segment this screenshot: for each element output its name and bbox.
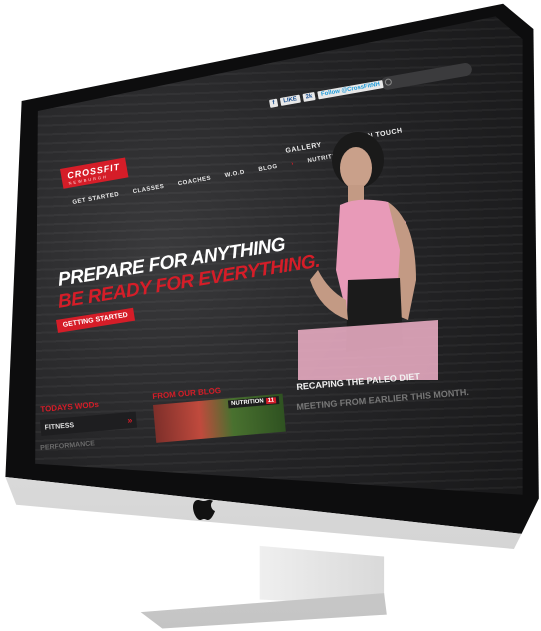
wods-heading: TODAYS WODs xyxy=(40,399,100,414)
wod-item-label: FITNESS xyxy=(44,421,75,432)
nav-coaches[interactable]: COACHES xyxy=(178,176,212,188)
wod-item-performance[interactable]: PERFORMANCE xyxy=(40,440,95,452)
like-button[interactable]: LIKE xyxy=(279,94,301,106)
blog-tag-count: 11 xyxy=(265,397,277,405)
blog-category-tag[interactable]: NUTRITION 11 xyxy=(227,396,280,409)
search-icon xyxy=(384,78,393,87)
nav-get-started[interactable]: GET STARTED xyxy=(72,192,120,206)
wod-item-fitness[interactable]: FITNESS » xyxy=(40,411,138,436)
imac-computer: f LIKE 2k Follow @CrossFitNH GALLERY GET… xyxy=(0,0,541,631)
blog-tag-label: NUTRITION xyxy=(230,398,265,408)
like-count: 2k xyxy=(302,91,317,103)
blog-post-subtitle: MEETING FROM EARLIER THIS MONTH. xyxy=(296,386,470,412)
apple-logo-icon xyxy=(193,494,215,520)
nav-blog[interactable]: BLOG xyxy=(258,164,278,173)
search-input[interactable] xyxy=(380,62,473,91)
blog-heading: FROM OUR BLOG xyxy=(152,385,222,401)
social-bar: f LIKE 2k Follow @CrossFitNH xyxy=(269,80,384,108)
double-chevron-right-icon: » xyxy=(126,414,133,426)
nav-wod[interactable]: W.O.D xyxy=(224,170,245,179)
blog-post-image[interactable]: NUTRITION 11 xyxy=(153,393,286,443)
crossfit-logo[interactable]: CROSSFIT NEWBURGH xyxy=(60,157,128,189)
facebook-icon[interactable]: f xyxy=(269,98,279,108)
nav-classes[interactable]: CLASSES xyxy=(132,184,164,195)
twitter-follow-button[interactable]: Follow @CrossFitNH xyxy=(317,80,384,100)
